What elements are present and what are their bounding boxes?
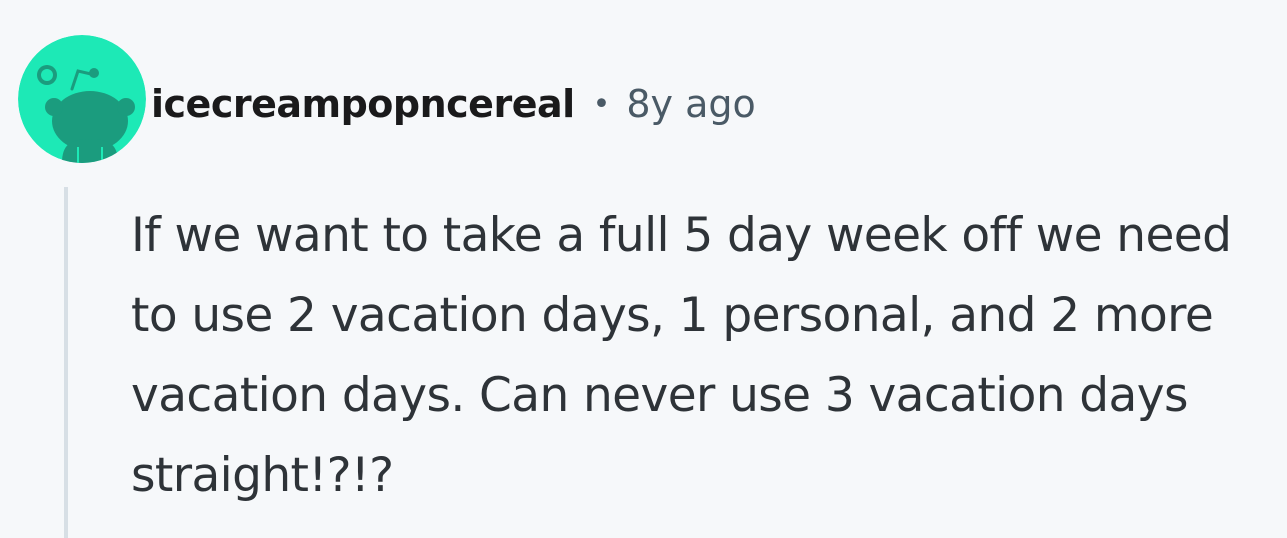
reddit-snoo-icon [18, 35, 146, 163]
timestamp[interactable]: 8y ago [626, 82, 755, 126]
username[interactable]: icecreampopncereal [151, 82, 575, 126]
comment-body: If we want to take a full 5 day week off… [131, 208, 1232, 503]
separator-dot: • [592, 86, 611, 122]
comment: icecreampopncereal • 8y ago If we want t… [0, 0, 1287, 538]
avatar[interactable] [18, 35, 146, 163]
comment-header: icecreampopncereal • 8y ago [151, 74, 756, 134]
thread-line[interactable] [64, 187, 68, 538]
